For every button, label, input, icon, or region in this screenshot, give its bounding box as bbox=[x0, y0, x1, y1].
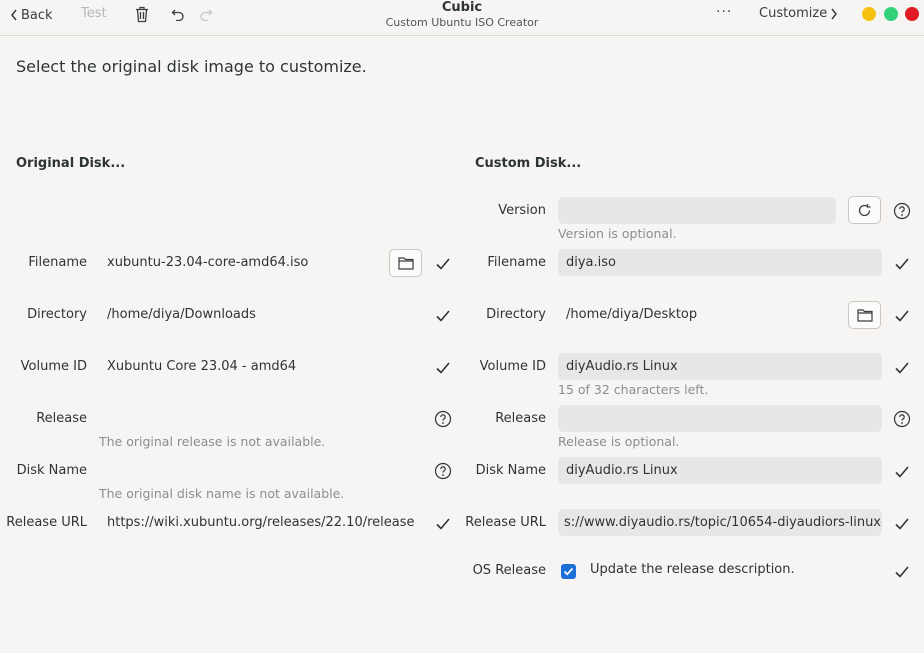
original-release-hint: The original release is not available. bbox=[99, 434, 326, 449]
original-directory-label: Directory bbox=[27, 307, 87, 322]
custom-volume-check-icon bbox=[895, 362, 909, 374]
update-release-checkbox-label[interactable]: Update the release description. bbox=[590, 562, 795, 577]
volume-id-hint: 15 of 32 characters left. bbox=[558, 382, 709, 397]
browse-original-button[interactable] bbox=[389, 249, 422, 277]
custom-directory-value: /home/diya/Desktop bbox=[566, 307, 698, 322]
minimize-button[interactable] bbox=[862, 7, 876, 21]
original-filename-value: xubuntu-23.04-core-amd64.iso bbox=[107, 255, 309, 270]
custom-disk-heading: Custom Disk... bbox=[475, 156, 582, 171]
disk-name-input[interactable]: diyAudio.rs Linux bbox=[558, 457, 882, 484]
maximize-button[interactable] bbox=[884, 7, 898, 21]
help-icon[interactable] bbox=[893, 410, 911, 428]
custom-version-label: Version bbox=[498, 203, 546, 218]
custom-diskname-label: Disk Name bbox=[475, 463, 546, 478]
undo-icon[interactable] bbox=[168, 4, 188, 24]
release-hint: Release is optional. bbox=[558, 434, 680, 449]
custom-filename-label: Filename bbox=[487, 255, 546, 270]
custom-directory-label: Directory bbox=[486, 307, 546, 322]
header-bar: Back Test Cubic Custom Ubuntu ISO Creato… bbox=[0, 0, 924, 36]
original-directory-value: /home/diya/Downloads bbox=[107, 307, 256, 322]
original-filename-label: Filename bbox=[28, 255, 87, 270]
chevron-right-icon bbox=[831, 8, 838, 19]
original-disk-heading: Original Disk... bbox=[16, 156, 126, 171]
custom-volume-label: Volume ID bbox=[479, 359, 546, 374]
version-input[interactable] bbox=[558, 197, 836, 224]
original-volume-value: Xubuntu Core 23.04 - amd64 bbox=[107, 359, 297, 374]
original-url-label: Release URL bbox=[6, 515, 87, 530]
close-button[interactable] bbox=[905, 7, 919, 21]
browse-custom-directory-button[interactable] bbox=[848, 301, 881, 329]
help-icon[interactable] bbox=[434, 462, 452, 480]
custom-url-check-icon bbox=[895, 518, 909, 530]
help-icon[interactable] bbox=[434, 410, 452, 428]
folder-icon bbox=[397, 257, 414, 270]
refresh-version-button[interactable] bbox=[848, 196, 881, 224]
original-url-check-icon bbox=[436, 518, 450, 530]
original-filename-check-icon bbox=[436, 258, 450, 270]
trash-icon[interactable] bbox=[132, 4, 152, 24]
os-release-label: OS Release bbox=[472, 563, 546, 578]
test-button[interactable]: Test bbox=[81, 6, 107, 21]
release-input[interactable] bbox=[558, 405, 882, 432]
custom-filename-check-icon bbox=[895, 258, 909, 270]
custom-directory-check-icon bbox=[895, 310, 909, 322]
original-volume-check-icon bbox=[436, 362, 450, 374]
refresh-icon bbox=[858, 203, 871, 216]
help-icon[interactable] bbox=[893, 202, 911, 220]
custom-release-label: Release bbox=[495, 411, 546, 426]
release-url-input[interactable]: s://www.diyaudio.rs/topic/10654-diyaudio… bbox=[558, 509, 882, 536]
checkmark-icon bbox=[563, 567, 574, 576]
original-diskname-label: Disk Name bbox=[16, 463, 87, 478]
original-directory-check-icon bbox=[436, 310, 450, 322]
original-diskname-hint: The original disk name is not available. bbox=[99, 486, 345, 501]
page-instruction: Select the original disk image to custom… bbox=[16, 57, 367, 76]
redo-icon[interactable] bbox=[196, 4, 216, 24]
original-url-value: https://wiki.xubuntu.org/releases/22.10/… bbox=[107, 515, 415, 530]
update-release-checkbox[interactable] bbox=[561, 564, 576, 579]
folder-icon bbox=[856, 309, 873, 322]
back-button[interactable]: Back bbox=[10, 6, 53, 24]
more-options-button[interactable]: ··· bbox=[716, 4, 732, 20]
chevron-left-icon bbox=[11, 9, 17, 21]
customize-button[interactable]: Customize bbox=[759, 6, 838, 21]
customize-label: Customize bbox=[759, 6, 828, 21]
original-volume-label: Volume ID bbox=[20, 359, 87, 374]
volume-id-input[interactable]: diyAudio.rs Linux bbox=[558, 353, 882, 380]
filename-input[interactable]: diya.iso bbox=[558, 249, 882, 276]
custom-url-label: Release URL bbox=[465, 515, 546, 530]
original-release-label: Release bbox=[36, 411, 87, 426]
os-release-check-icon bbox=[895, 566, 909, 578]
back-label: Back bbox=[21, 7, 53, 23]
version-hint: Version is optional. bbox=[558, 226, 677, 241]
custom-diskname-check-icon bbox=[895, 466, 909, 478]
